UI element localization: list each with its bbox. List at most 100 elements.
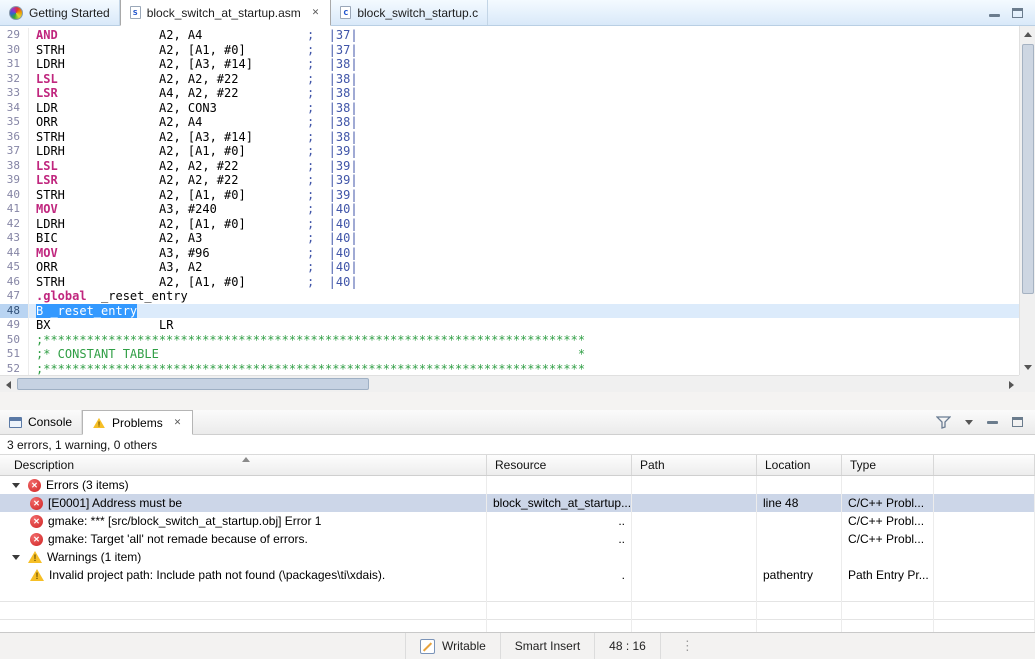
code-line[interactable]: 42 LDRH A2, [A1, #0] ; |40|: [0, 216, 1019, 231]
line-number[interactable]: 46: [0, 274, 29, 289]
view-menu-icon[interactable]: [965, 419, 973, 425]
code-line[interactable]: 41 MOV A3, #240 ; |40|: [0, 202, 1019, 217]
line-comment: ; |40|: [307, 260, 358, 274]
line-number[interactable]: 39: [0, 173, 29, 188]
ide-window: Getting Started s block_switch_at_startup.…: [0, 0, 1035, 659]
code-lines[interactable]: 29 AND A2, A4 ; |37| 30 STRH A2, [A1, #0] ; |37…: [0, 26, 1019, 375]
horizontal-scrollbar[interactable]: [0, 375, 1019, 392]
expand-twistie-icon[interactable]: [12, 482, 20, 488]
code-line[interactable]: 46 STRH A2, [A1, #0] ; |40|: [0, 274, 1019, 289]
column-header-location[interactable]: Location: [757, 455, 842, 475]
code-line[interactable]: 43 BIC A2, A3 ; |40|: [0, 231, 1019, 246]
problems-row[interactable]: Invalid project path: Include path not f…: [0, 566, 1035, 584]
column-header-type[interactable]: Type: [842, 455, 934, 475]
scroll-up-button[interactable]: [1020, 26, 1035, 42]
code-line[interactable]: 48 B _reset_entry: [0, 303, 1019, 318]
filter-icon[interactable]: [936, 415, 951, 429]
line-number[interactable]: 45: [0, 260, 29, 275]
cell: [842, 602, 934, 620]
tab-label: block_switch_at_startup.asm: [146, 5, 301, 20]
description-cell: Invalid project path: Include path not f…: [0, 566, 487, 584]
line-number[interactable]: 51: [0, 347, 29, 362]
code-line[interactable]: 40 STRH A2, [A1, #0] ; |39|: [0, 187, 1019, 203]
code-line[interactable]: 47 .global _reset_entry: [0, 289, 1019, 304]
line-number[interactable]: 36: [0, 129, 29, 144]
code-line[interactable]: 50 ;*************************************…: [0, 332, 1019, 347]
editor-tab[interactable]: c block_switch_startup.c: [331, 0, 489, 25]
line-number[interactable]: 43: [0, 231, 29, 246]
column-header-path[interactable]: Path: [632, 455, 757, 475]
column-header-resource[interactable]: Resource: [487, 455, 632, 475]
close-icon[interactable]: ✕: [172, 416, 184, 429]
code-line[interactable]: 34 LDR A2, CON3 ; |38|: [0, 100, 1019, 115]
line-comment: ; |40|: [307, 216, 358, 231]
minimize-icon[interactable]: [989, 14, 1000, 17]
code-line[interactable]: 38 LSL A2, A2, #22 ; |39|: [0, 158, 1019, 173]
vertical-scrollbar[interactable]: [1019, 26, 1035, 375]
cell: [487, 620, 632, 632]
problems-row[interactable]: gmake: Target 'all' not remade because o…: [0, 530, 1035, 548]
line-number[interactable]: 49: [0, 318, 29, 333]
warning-icon: [30, 569, 44, 582]
editor-tab[interactable]: s block_switch_at_startup.asm ✕: [119, 0, 332, 26]
line-number[interactable]: 35: [0, 115, 29, 130]
code-line[interactable]: 51 ;* CONSTANT TABLE *: [0, 347, 1019, 362]
line-number[interactable]: 50: [0, 332, 29, 347]
code-line[interactable]: 52 ;*************************************…: [0, 361, 1019, 375]
line-number[interactable]: 38: [0, 158, 29, 173]
code-line-text: STRH A2, [A1, #0] ; |39|: [29, 188, 1019, 203]
code-line[interactable]: 36 STRH A2, [A3, #14] ; |38|: [0, 129, 1019, 144]
line-number[interactable]: 37: [0, 144, 29, 159]
code-line[interactable]: 39 LSR A2, A2, #22 ; |39|: [0, 173, 1019, 188]
code-line[interactable]: 31 LDRH A2, [A3, #14] ; |38|: [0, 57, 1019, 72]
line-number[interactable]: 30: [0, 42, 29, 57]
location-cell: [757, 530, 842, 548]
problems-row[interactable]: [E0001] Address must be block_switch_at_s…: [0, 494, 1035, 512]
close-icon[interactable]: ✕: [310, 6, 322, 19]
insert-mode-item[interactable]: Smart Insert: [501, 633, 596, 659]
code-line[interactable]: 35 ORR A2, A4 ; |38|: [0, 115, 1019, 130]
line-number[interactable]: 29: [0, 28, 29, 43]
scroll-right-button[interactable]: [1003, 376, 1019, 393]
problems-group-row[interactable]: Errors (3 items): [0, 476, 1035, 494]
line-number[interactable]: 48: [0, 303, 29, 318]
editor-tab[interactable]: Getting Started: [0, 0, 120, 25]
panel-tab[interactable]: Problems ✕: [82, 410, 194, 435]
problems-group-row[interactable]: Warnings (1 item): [0, 548, 1035, 566]
line-number[interactable]: 52: [0, 361, 29, 375]
panel-minimize-icon[interactable]: [987, 420, 998, 424]
panel-sash[interactable]: [0, 392, 1035, 410]
expand-twistie-icon[interactable]: [12, 554, 20, 560]
code-line[interactable]: 30 STRH A2, [A1, #0] ; |37|: [0, 42, 1019, 57]
code-line[interactable]: 33 LSR A4, A2, #22 ; |38|: [0, 86, 1019, 101]
code-line[interactable]: 44 MOV A3, #96 ; |40|: [0, 245, 1019, 260]
maximize-icon[interactable]: [1012, 7, 1023, 18]
line-number[interactable]: 42: [0, 216, 29, 231]
overflow-dots-icon[interactable]: ⋮: [681, 638, 695, 654]
horizontal-scroll-thumb[interactable]: [17, 378, 369, 390]
scroll-down-button[interactable]: [1020, 359, 1035, 375]
code-line-text: B _reset_entry: [29, 303, 1019, 318]
problems-rows: Errors (3 items) [E0001] Address must be b…: [0, 476, 1035, 584]
panel-maximize-icon[interactable]: [1012, 417, 1023, 427]
vertical-scroll-thumb[interactable]: [1022, 44, 1034, 294]
line-number[interactable]: 32: [0, 71, 29, 86]
line-number[interactable]: 47: [0, 289, 29, 304]
cell: [934, 602, 1035, 620]
line-number[interactable]: 41: [0, 202, 29, 217]
code-line[interactable]: 49 BX LR: [0, 318, 1019, 333]
operands: A2, A4: [159, 28, 203, 42]
line-number[interactable]: 31: [0, 57, 29, 72]
code-line[interactable]: 32 LSL A2, A2, #22 ; |38|: [0, 71, 1019, 86]
code-line[interactable]: 45 ORR A3, A2 ; |40|: [0, 260, 1019, 275]
problems-row[interactable]: gmake: *** [src/block_switch_at_startup.…: [0, 512, 1035, 530]
line-number[interactable]: 44: [0, 245, 29, 260]
line-number[interactable]: 33: [0, 86, 29, 101]
code-line-text: LSR A2, A2, #22 ; |39|: [29, 173, 1019, 188]
scroll-left-button[interactable]: [0, 376, 16, 393]
code-line[interactable]: 37 LDRH A2, [A1, #0] ; |39|: [0, 144, 1019, 159]
line-number[interactable]: 34: [0, 100, 29, 115]
line-number[interactable]: 40: [0, 187, 29, 202]
panel-tab[interactable]: Console: [0, 410, 83, 434]
code-line[interactable]: 29 AND A2, A4 ; |37|: [0, 28, 1019, 43]
